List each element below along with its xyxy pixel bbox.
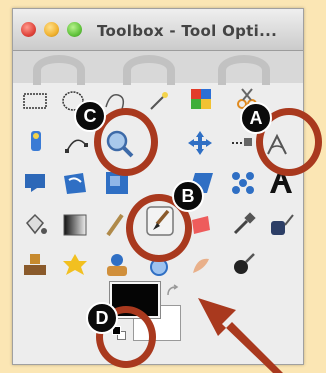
pointer-arrow — [198, 298, 283, 373]
badge-a: A — [240, 102, 272, 134]
badge-c: C — [74, 100, 106, 132]
badge-b: B — [172, 180, 204, 212]
badge-d: D — [86, 302, 118, 334]
screenshot-stage: Toolbox - Tool Opti... C A B D — [0, 0, 326, 373]
